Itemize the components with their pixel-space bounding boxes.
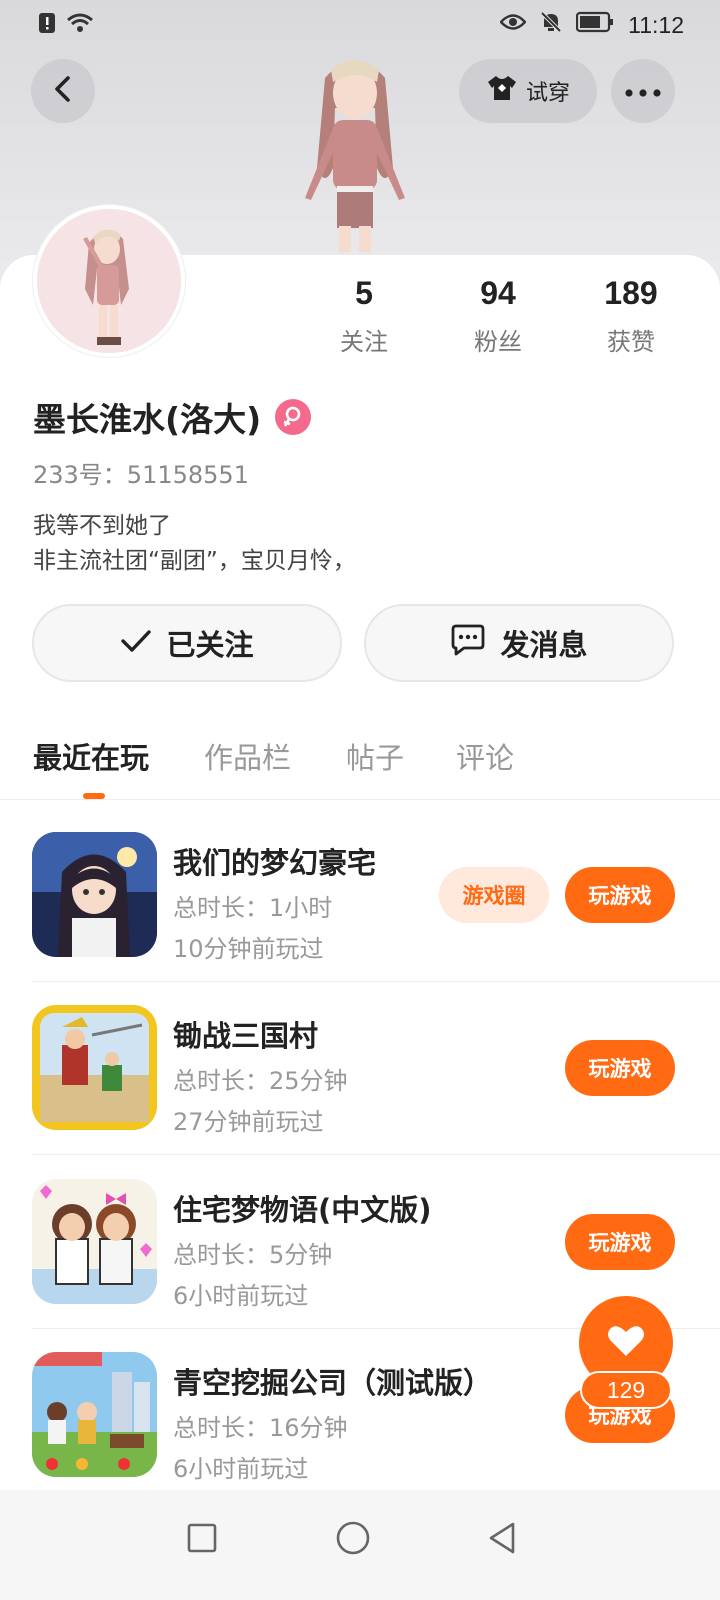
stat-likes[interactable]: 189 获赞 bbox=[571, 275, 691, 357]
square-icon bbox=[187, 1523, 217, 1557]
like-count-badge: 129 bbox=[580, 1371, 672, 1409]
game-last-played: 6小时前玩过 bbox=[173, 1455, 309, 1483]
game-duration: 总时长：25分钟 bbox=[173, 1067, 348, 1095]
recent-apps-button[interactable] bbox=[172, 1510, 232, 1570]
game-icon-dream-house bbox=[32, 1179, 157, 1304]
tab-posts[interactable]: 帖子 bbox=[346, 735, 404, 777]
tab-works[interactable]: 作品栏 bbox=[204, 735, 291, 777]
game-last-played: 6小时前玩过 bbox=[173, 1282, 309, 1310]
try-on-button[interactable]: 试穿 bbox=[459, 59, 597, 123]
profile-name: 墨长淮水(洛大) bbox=[33, 400, 262, 439]
stat-following[interactable]: 5 关注 bbox=[304, 275, 424, 357]
follow-label: 已关注 bbox=[166, 628, 254, 662]
tab-recent-play[interactable]: 最近在玩 bbox=[33, 735, 149, 777]
play-game-button[interactable]: 玩游戏 bbox=[565, 1040, 675, 1096]
avatar[interactable] bbox=[33, 205, 185, 357]
chat-bubble-icon bbox=[450, 623, 486, 664]
heart-icon bbox=[607, 1324, 645, 1362]
game-icon-sky-dig bbox=[32, 1352, 157, 1477]
alert-icon bbox=[38, 12, 56, 40]
list-divider bbox=[32, 1154, 720, 1155]
system-nav-bar bbox=[0, 1490, 720, 1600]
avatar-figure bbox=[285, 48, 425, 253]
home-button[interactable] bbox=[323, 1510, 383, 1570]
wifi-icon bbox=[66, 12, 94, 40]
female-icon bbox=[275, 399, 312, 435]
message-button[interactable]: 发消息 bbox=[364, 604, 674, 682]
check-icon bbox=[120, 626, 152, 660]
bio-line-2: 非主流社团“副团”，宝贝月怜， bbox=[33, 548, 356, 574]
back-nav-button[interactable] bbox=[472, 1510, 532, 1570]
more-button[interactable] bbox=[611, 59, 675, 123]
stat-fans-label: 粉丝 bbox=[474, 328, 522, 356]
try-on-label: 试穿 bbox=[525, 81, 570, 106]
battery-icon bbox=[576, 11, 614, 39]
back-button[interactable] bbox=[31, 59, 95, 123]
game-last-played: 10分钟前玩过 bbox=[173, 935, 324, 963]
game-title: 青空挖掘公司（测试版） bbox=[173, 1366, 493, 1400]
shirt-icon bbox=[486, 74, 518, 108]
game-duration: 总时长：1小时 bbox=[173, 894, 333, 922]
game-title: 锄战三国村 bbox=[173, 1019, 319, 1053]
circle-icon bbox=[336, 1521, 370, 1559]
list-divider bbox=[32, 981, 720, 982]
chevron-left-icon bbox=[52, 75, 74, 107]
game-duration: 总时长：5分钟 bbox=[173, 1241, 333, 1269]
list-item[interactable]: 我们的梦幻豪宅 总时长：1小时 10分钟前玩过 游戏圈 玩游戏 bbox=[0, 832, 720, 1006]
stat-likes-label: 获赞 bbox=[607, 328, 655, 356]
list-item[interactable]: 锄战三国村 总时长：25分钟 27分钟前玩过 玩游戏 bbox=[0, 1005, 720, 1179]
eye-icon bbox=[499, 12, 527, 38]
profile-stats: 5 关注 94 粉丝 189 获赞 bbox=[300, 275, 690, 365]
tabs-divider bbox=[0, 799, 720, 800]
game-icon-dream-mansion bbox=[32, 832, 157, 957]
game-title: 我们的梦幻豪宅 bbox=[173, 846, 377, 880]
message-label: 发消息 bbox=[500, 628, 588, 662]
game-duration: 总时长：16分钟 bbox=[173, 1414, 348, 1442]
stat-likes-value: 189 bbox=[604, 275, 658, 311]
triangle-back-icon bbox=[487, 1521, 517, 1559]
status-time: 11:12 bbox=[628, 11, 684, 38]
more-dots-icon bbox=[625, 82, 661, 101]
name-row: 墨长淮水(洛大) bbox=[33, 393, 312, 441]
user-id: 233号：51158551 bbox=[33, 461, 249, 489]
status-bar: 11:12 bbox=[0, 0, 720, 48]
mute-bell-icon bbox=[540, 11, 562, 39]
tab-comments[interactable]: 评论 bbox=[456, 735, 514, 777]
play-game-button[interactable]: 玩游戏 bbox=[565, 1214, 675, 1270]
stat-fans[interactable]: 94 粉丝 bbox=[438, 275, 558, 357]
game-title: 住宅梦物语(中文版) bbox=[173, 1193, 432, 1227]
game-circle-button[interactable]: 游戏圈 bbox=[439, 867, 549, 923]
follow-button[interactable]: 已关注 bbox=[32, 604, 342, 682]
stat-following-value: 5 bbox=[355, 275, 373, 311]
game-last-played: 27分钟前玩过 bbox=[173, 1108, 324, 1136]
stat-following-label: 关注 bbox=[340, 328, 388, 356]
bio-line-1: 我等不到她了 bbox=[33, 513, 171, 539]
game-icon-three-kingdoms bbox=[32, 1005, 157, 1130]
play-game-button[interactable]: 玩游戏 bbox=[565, 867, 675, 923]
stat-fans-value: 94 bbox=[480, 275, 516, 311]
